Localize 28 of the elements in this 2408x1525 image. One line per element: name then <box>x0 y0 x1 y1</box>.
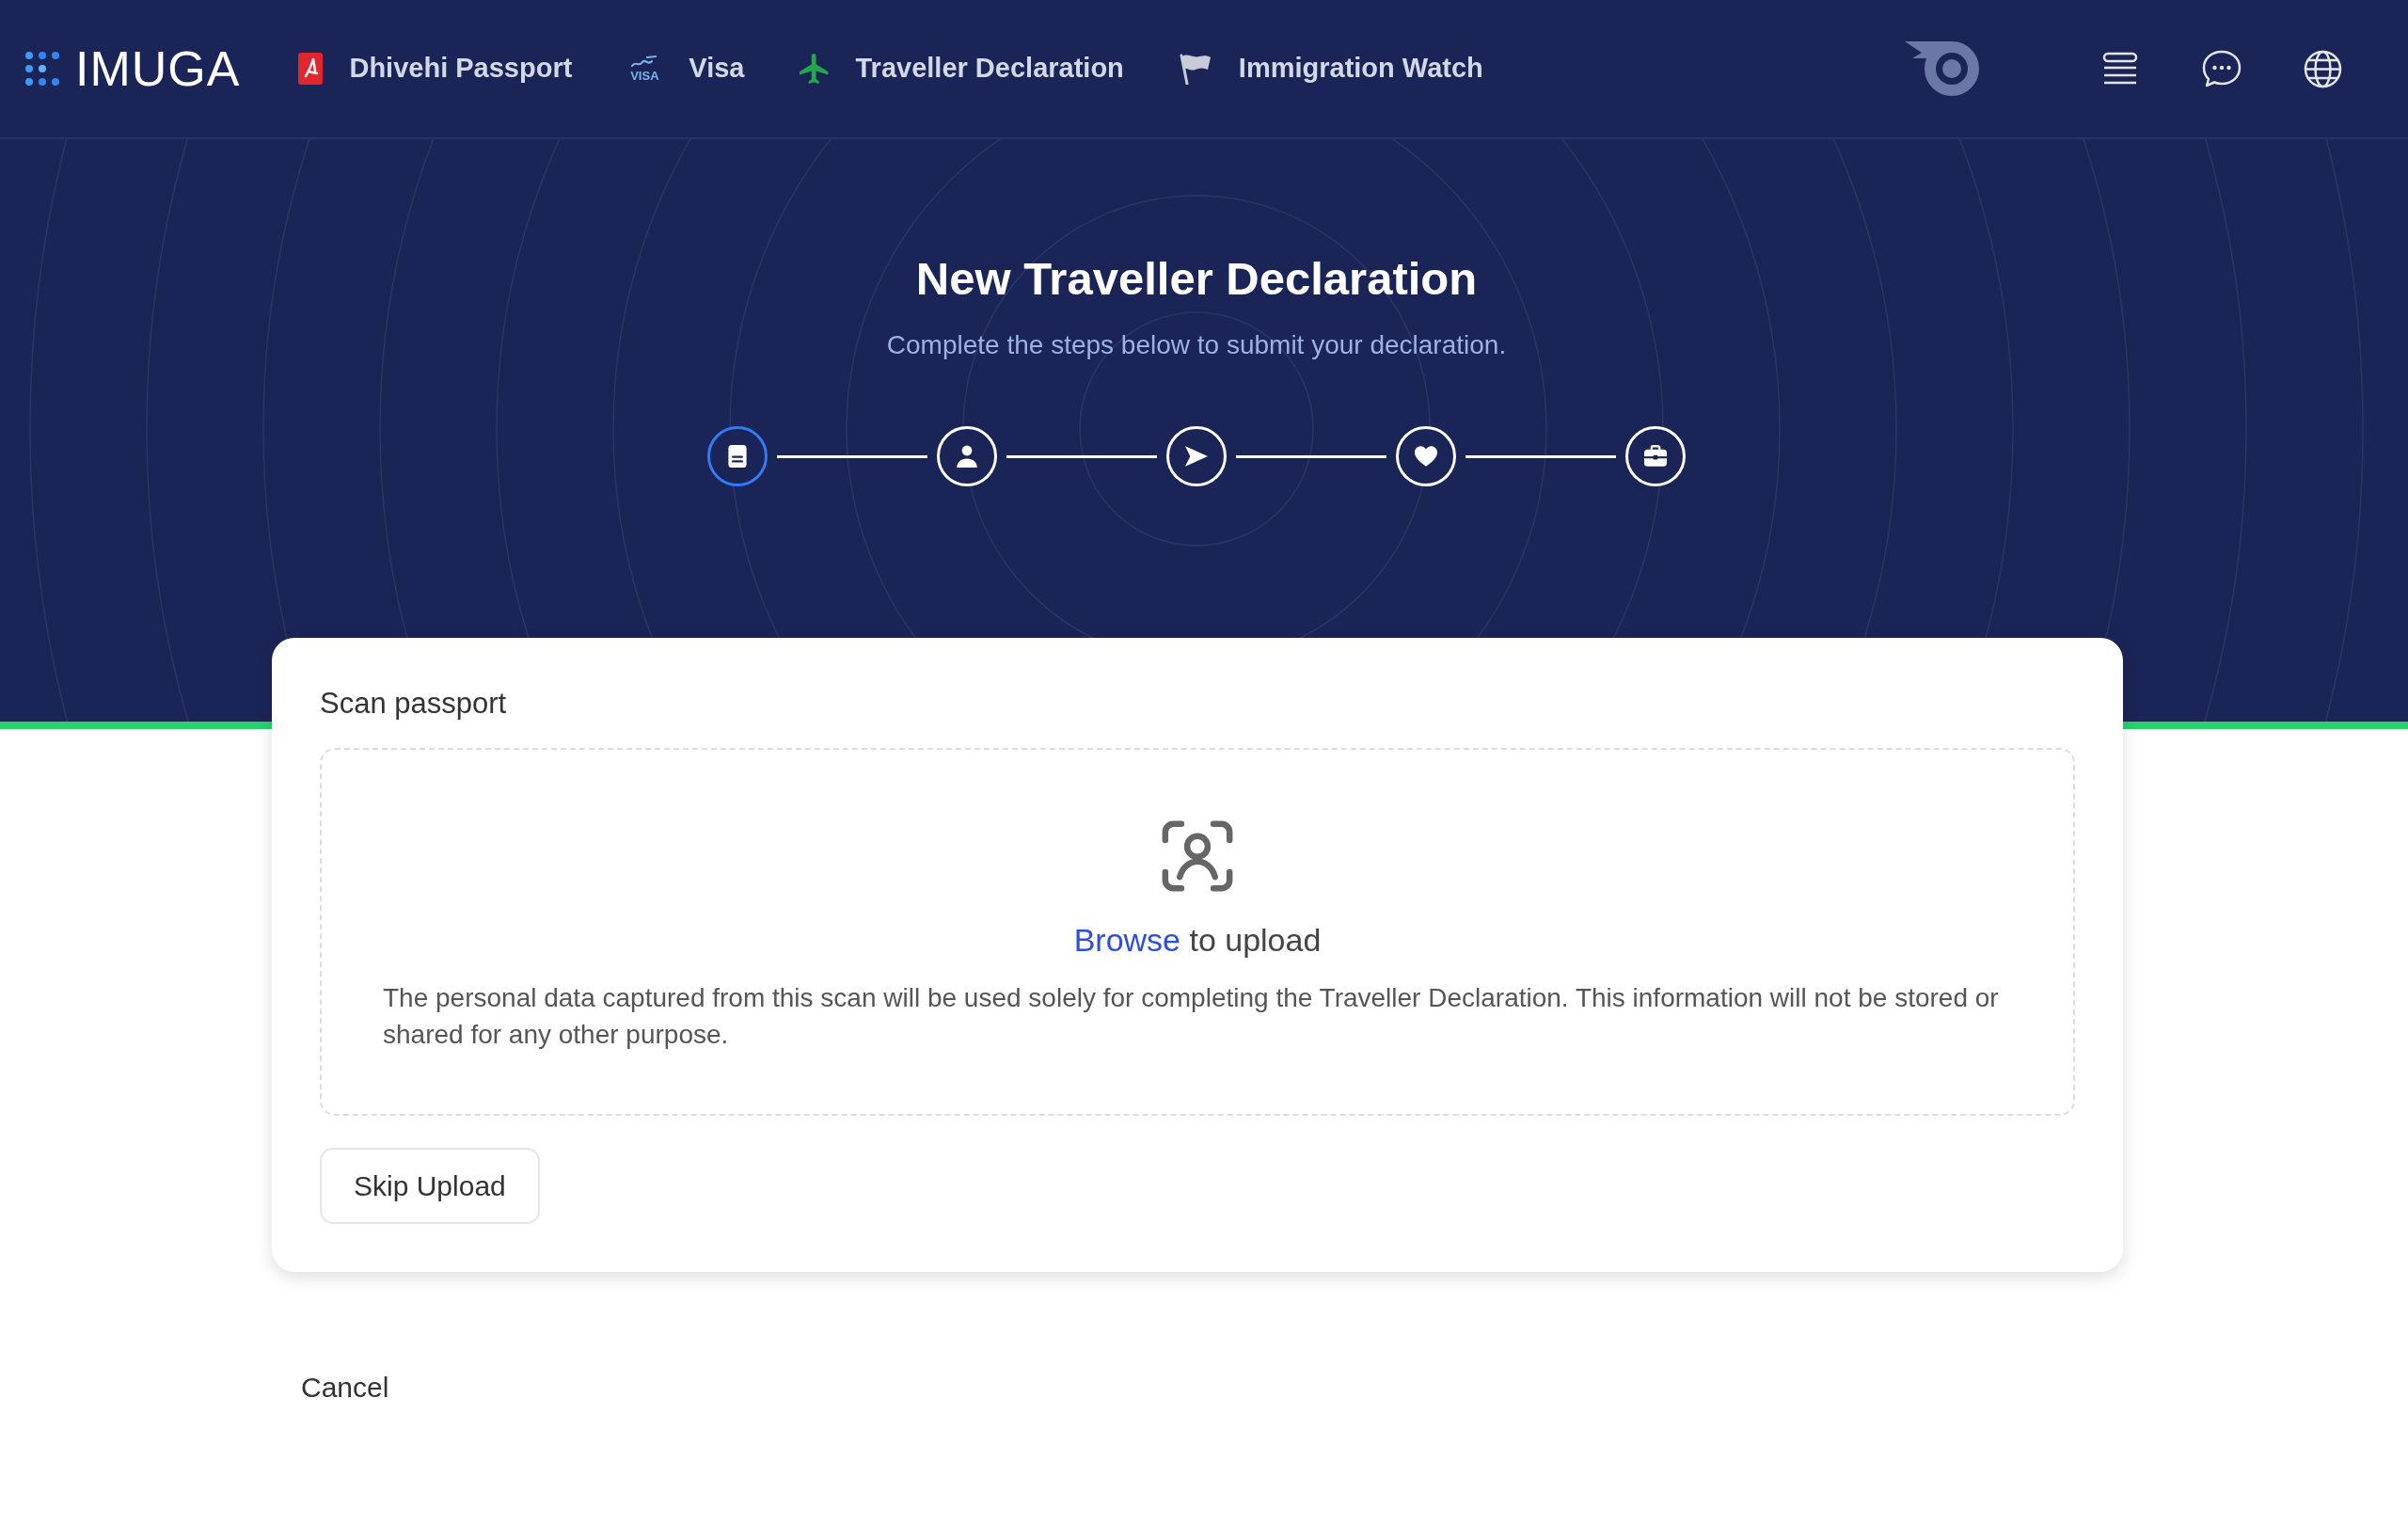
page-title: New Traveller Declaration <box>915 252 1478 306</box>
upload-dropzone[interactable]: Browse to upload The personal data captured from this scan will be used solely for completing the Traveller Declaration. This information will not be stored or shared for any other purpose. <box>320 748 2075 1116</box>
cancel-link[interactable]: Cancel <box>301 1370 389 1406</box>
heart-icon <box>1415 445 1437 468</box>
briefcase-icon <box>1644 445 1667 468</box>
nav-link[interactable]: Immigration Watch <box>1178 48 1483 89</box>
passport-icon <box>298 53 324 85</box>
flag-icon <box>1178 53 1212 85</box>
nav-link[interactable]: VISA Visa <box>626 48 745 89</box>
nav-link[interactable]: Dhivehi Passport <box>298 48 573 89</box>
privacy-notice: The personal data captured from this scan will be used solely for completing the Traveller Declaration. This information will not be stored or shared for any other purpose. <box>383 982 2000 1051</box>
nav-link[interactable]: Traveller Declaration <box>799 48 1124 89</box>
send-icon <box>1185 445 1208 468</box>
globe-icon[interactable] <box>2304 49 2342 88</box>
page-subtitle: Complete the steps below to submit your declaration. <box>886 329 1507 361</box>
dots-logo-icon <box>24 51 60 87</box>
browse-link[interactable]: Browse <box>1073 922 1180 958</box>
ring-logo-icon[interactable] <box>1905 40 1980 98</box>
menu-icon[interactable] <box>2102 52 2138 86</box>
airplane-icon <box>799 54 830 84</box>
section-title: Scan passport <box>320 686 507 722</box>
brand-name: IMUGA <box>75 44 241 93</box>
chat-icon[interactable] <box>2202 50 2242 87</box>
person-icon <box>956 445 978 468</box>
upload-prompt: Browse to upload <box>1073 921 1322 960</box>
document-icon <box>726 445 749 468</box>
skip-upload-button[interactable]: Skip Upload <box>320 1148 540 1224</box>
visa-logo: VISA <box>626 55 663 83</box>
